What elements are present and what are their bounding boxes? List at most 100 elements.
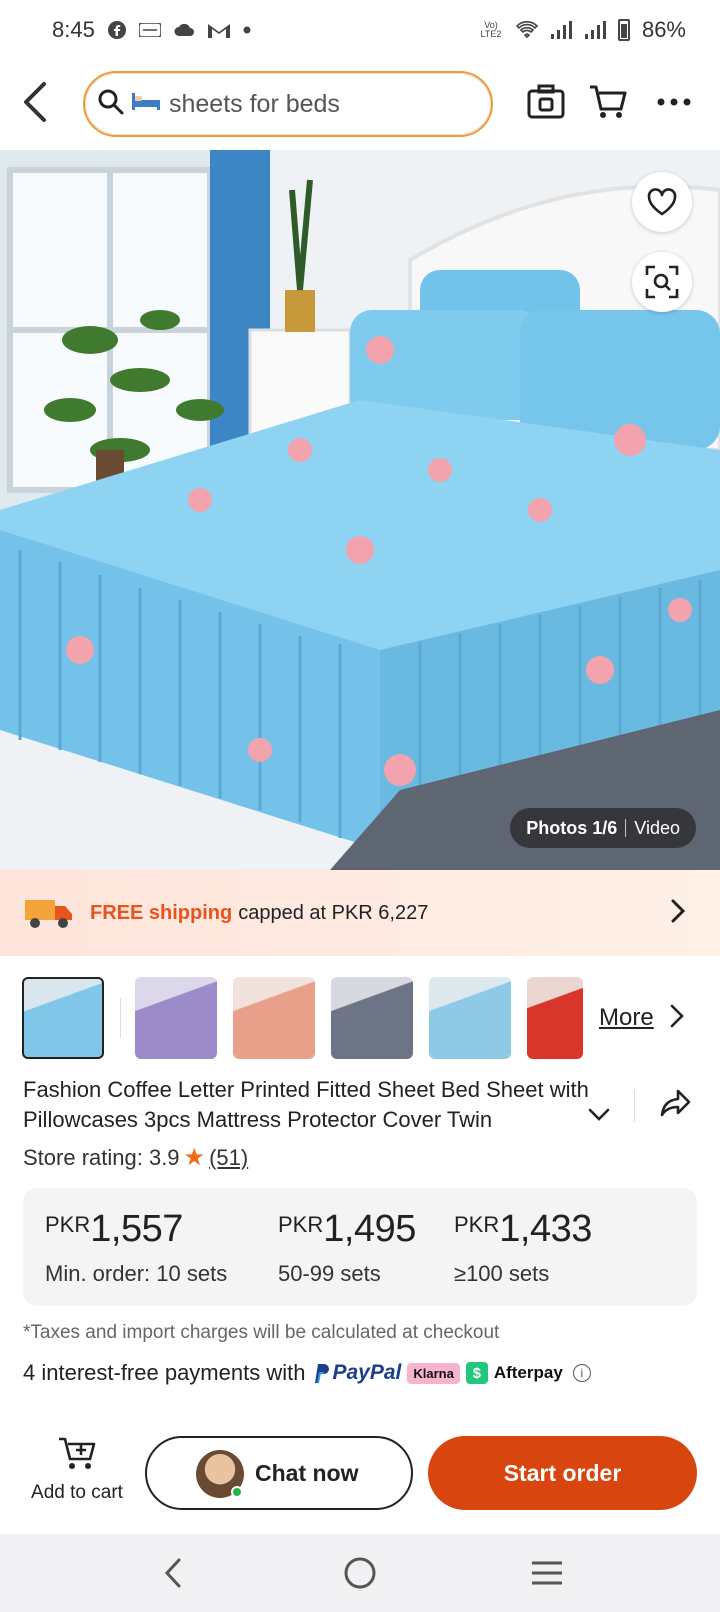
nav-back-button[interactable] xyxy=(143,1543,203,1603)
video-tab[interactable]: Video xyxy=(634,818,680,839)
more-dots-icon xyxy=(657,98,691,106)
tax-note: *Taxes and import charges will be calcul… xyxy=(23,1322,500,1343)
tier-currency: PKR xyxy=(45,1212,91,1237)
add-cart-icon xyxy=(59,1437,96,1469)
thumbnail-4[interactable] xyxy=(331,977,413,1059)
online-status-icon xyxy=(231,1486,243,1498)
search-input[interactable] xyxy=(169,89,469,119)
variant-thumbnails: More xyxy=(22,976,702,1060)
free-shipping-label: FREE shipping xyxy=(90,901,233,924)
price-tier-1: PKR 1,557 Min. order: 10 sets xyxy=(45,1208,227,1287)
header xyxy=(0,66,720,140)
back-arrow-icon xyxy=(24,82,46,122)
thumbnail-6[interactable] xyxy=(527,977,583,1059)
payments-label: 4 interest-free payments with xyxy=(23,1360,306,1385)
tier-currency: PKR xyxy=(278,1212,324,1237)
facebook-icon xyxy=(107,20,127,40)
cart-button[interactable] xyxy=(584,78,632,126)
battery-percent: 86% xyxy=(641,17,686,42)
tier-price: 1,433 xyxy=(499,1208,592,1250)
status-left: 8:45 xyxy=(52,17,251,43)
tier-currency: PKR xyxy=(454,1212,500,1237)
wifi-icon xyxy=(515,21,538,39)
camera-icon xyxy=(527,84,565,119)
share-button[interactable] xyxy=(660,1088,692,1123)
bed-icon xyxy=(131,91,161,117)
signal-icon-1 xyxy=(550,20,572,40)
shipping-cap-text: capped at PKR 6,227 xyxy=(238,901,429,924)
tier-quantity: 50-99 sets xyxy=(278,1261,381,1286)
rating-label: Store rating: 3.9 xyxy=(23,1144,180,1170)
battery-icon xyxy=(617,19,630,41)
status-time: 8:45 xyxy=(52,17,95,42)
system-nav-bar xyxy=(0,1534,720,1612)
more-options-button[interactable] xyxy=(650,78,698,126)
bed-photo xyxy=(0,150,720,870)
volte-icon: Vo) LTE2 xyxy=(480,20,502,39)
add-to-cart-label: Add to cart xyxy=(31,1482,123,1503)
afterpay-label: Afterpay xyxy=(493,1363,563,1382)
media-indicator[interactable]: Photos 1/6 Video xyxy=(510,808,696,848)
camera-search-button[interactable] xyxy=(522,78,570,126)
signal-icon-2 xyxy=(584,20,606,40)
nav-recents-button[interactable] xyxy=(517,1543,577,1603)
add-to-cart-button[interactable]: Add to cart xyxy=(22,1436,132,1512)
rating-count-link[interactable]: (51) xyxy=(209,1145,248,1171)
tier-quantity: Min. order: 10 sets xyxy=(45,1261,228,1286)
chat-now-label: Chat now xyxy=(255,1459,359,1486)
price-tier-2: PKR 1,495 50-99 sets xyxy=(278,1208,416,1287)
photos-counter[interactable]: Photos 1/6 xyxy=(526,818,617,839)
search-icon xyxy=(97,88,125,121)
scan-search-icon xyxy=(645,265,679,299)
nav-home-button[interactable] xyxy=(330,1543,390,1603)
nav-home-icon xyxy=(344,1557,376,1589)
chevron-right-icon xyxy=(670,1004,684,1033)
product-title: Fashion Coffee Letter Printed Fitted She… xyxy=(23,1077,589,1132)
thumbnail-5[interactable] xyxy=(429,977,511,1059)
favorite-button[interactable] xyxy=(632,172,692,232)
title-divider xyxy=(634,1090,635,1122)
nav-menu-icon xyxy=(531,1561,562,1585)
truck-icon xyxy=(25,900,72,928)
share-icon xyxy=(660,1089,691,1117)
gmail-icon xyxy=(207,21,231,39)
thumbnail-2[interactable] xyxy=(135,977,217,1059)
temu-icon xyxy=(138,23,161,37)
star-icon: ★ xyxy=(183,1144,206,1171)
notification-dot-icon xyxy=(243,26,251,34)
store-rating: Store rating: 3.9 ★ (51) xyxy=(23,1143,248,1172)
search-box[interactable] xyxy=(83,71,493,137)
tier-price: 1,495 xyxy=(323,1208,416,1250)
expand-title-button[interactable] xyxy=(588,1108,610,1127)
paypal-icon xyxy=(315,1364,330,1384)
afterpay-icon: $ xyxy=(465,1362,488,1384)
price-tiers: PKR 1,557 Min. order: 10 sets PKR 1,495 50… xyxy=(23,1188,697,1306)
price-tier-3: PKR 1,433 ≥100 sets xyxy=(454,1208,592,1287)
thumbnail-divider xyxy=(120,998,121,1038)
tier-price: 1,557 xyxy=(90,1208,183,1250)
chat-now-button[interactable]: Chat now xyxy=(145,1436,413,1510)
media-divider xyxy=(625,819,627,837)
back-button[interactable] xyxy=(18,80,58,124)
payment-options[interactable]: 4 interest-free payments with PayPal Kla… xyxy=(23,1360,591,1386)
klarna-logo: Klarna xyxy=(407,1362,460,1384)
paypal-label: PayPal xyxy=(332,1361,402,1384)
heart-icon xyxy=(647,188,677,216)
thumbnail-3[interactable] xyxy=(233,977,315,1059)
status-right: Vo) LTE2 86% xyxy=(478,17,686,43)
image-search-button[interactable] xyxy=(632,252,692,312)
bottom-actions: Add to cart Chat now Start order xyxy=(0,1436,720,1512)
chevron-right-icon xyxy=(670,898,686,930)
product-image[interactable]: Photos 1/6 Video xyxy=(0,150,720,870)
thumbnail-1[interactable] xyxy=(22,977,104,1059)
more-variants-link[interactable]: More xyxy=(599,1004,654,1032)
start-order-button[interactable]: Start order xyxy=(428,1436,697,1510)
shipping-banner[interactable]: FREE shipping capped at PKR 6,227 xyxy=(0,870,720,956)
nav-back-icon xyxy=(165,1558,181,1588)
tier-quantity: ≥100 sets xyxy=(454,1261,550,1286)
info-icon[interactable]: i xyxy=(572,1364,591,1382)
chevron-down-icon xyxy=(588,1108,610,1121)
cart-icon xyxy=(590,85,627,118)
status-bar: 8:45 Vo) LTE2 86% xyxy=(0,0,720,60)
cloud-icon xyxy=(173,22,195,38)
